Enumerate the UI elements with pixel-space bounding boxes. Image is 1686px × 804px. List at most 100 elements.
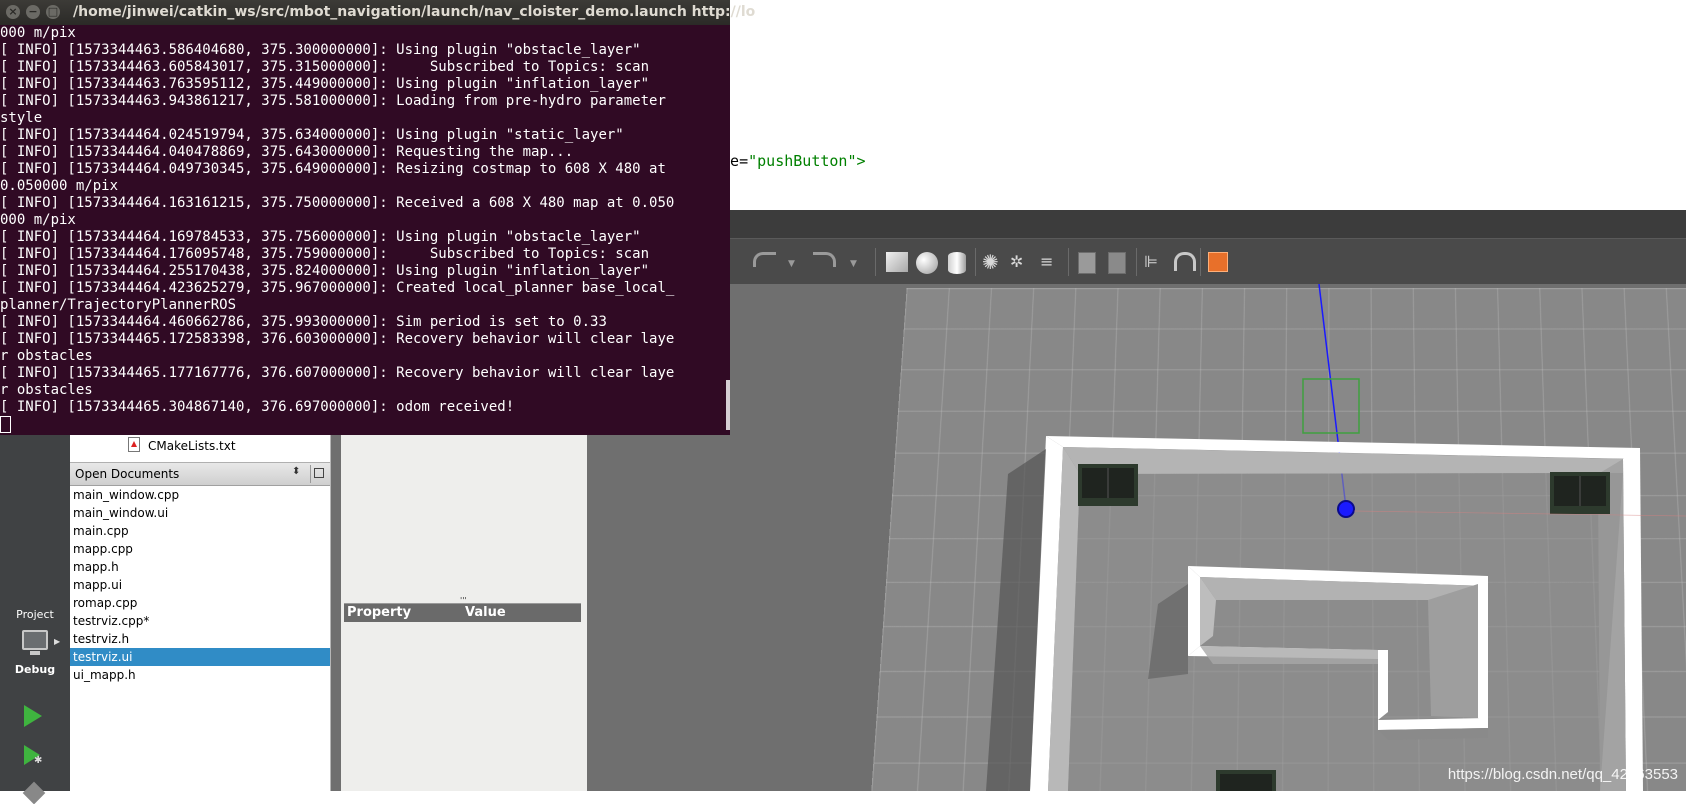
open-document-item[interactable]: ui_mapp.h xyxy=(70,666,330,684)
paste-icon[interactable] xyxy=(1108,252,1126,274)
toolbar-separator xyxy=(1068,248,1069,276)
monitor-icon[interactable] xyxy=(22,630,48,655)
inner-wall-bottom-top xyxy=(1378,718,1488,730)
terminal-line: 000 m/pix xyxy=(0,212,76,228)
open-document-item[interactable]: main.cpp xyxy=(70,522,330,540)
cabinet-northeast xyxy=(1550,472,1610,514)
copy-icon[interactable] xyxy=(1078,252,1096,274)
terminal-line: [ INFO] [1573344465.172583398, 376.60300… xyxy=(0,331,675,347)
robot-marker[interactable] xyxy=(1337,500,1355,518)
code-string: "pushButton"> xyxy=(748,152,866,170)
terminal-line: [ INFO] [1573344464.024519794, 375.63400… xyxy=(0,127,624,143)
terminal-line: [ INFO] [1573344464.460662786, 375.99300… xyxy=(0,314,607,330)
open-document-item[interactable]: mapp.cpp xyxy=(70,540,330,558)
inner-wall-right-top xyxy=(1478,576,1488,724)
wall-top-east xyxy=(1623,448,1643,791)
terminal-line: [ INFO] [1573344463.586404680, 375.30000… xyxy=(0,42,641,58)
mode-label-project: Project xyxy=(16,608,54,621)
inner-floor xyxy=(1068,473,1623,791)
open-documents-title[interactable]: Open Documents xyxy=(75,467,179,481)
point-light-icon[interactable]: ✺ xyxy=(982,252,1002,272)
open-documents-list: main_window.cpp main_window.ui main.cpp map… xyxy=(70,486,330,684)
terminal-titlebar[interactable]: × − □ /home/jinwei/catkin_ws/src/mbot_na… xyxy=(0,0,755,25)
inner-wall-left-top xyxy=(1188,566,1200,656)
terminal-line: r obstacles xyxy=(0,348,93,364)
terminal-line: [ INFO] [1573344464.176095748, 375.75900… xyxy=(0,246,650,262)
terminal-cursor xyxy=(0,416,11,433)
open-document-item[interactable]: mapp.h xyxy=(70,558,330,576)
toolbar-separator xyxy=(975,248,976,276)
minimize-icon[interactable]: − xyxy=(26,5,40,19)
redo-icon[interactable] xyxy=(813,252,836,267)
align-icon[interactable]: ⊫ xyxy=(1144,252,1164,272)
open-document-item[interactable]: main_window.ui xyxy=(70,504,330,522)
kit-selector-arrow-icon[interactable]: ▶ xyxy=(54,637,60,646)
directional-light-icon[interactable]: ≡ xyxy=(1040,252,1060,272)
sort-updown-icon[interactable]: ⬍ xyxy=(292,466,300,477)
toolbar-separator xyxy=(875,248,876,276)
inner-wall-inner-top xyxy=(1378,650,1388,720)
terminal-line: [ INFO] [1573344464.049730345, 375.64900… xyxy=(0,161,666,177)
undo-dropdown-icon[interactable]: ▼ xyxy=(788,259,795,269)
code-line: ame="pushButton"> xyxy=(712,152,866,170)
sphere-icon[interactable] xyxy=(916,252,938,274)
cylinder-icon[interactable] xyxy=(948,252,966,274)
terminal-line: style xyxy=(0,110,43,126)
spot-light-icon[interactable]: ✲ xyxy=(1010,252,1030,272)
terminal-line: planner/TrajectoryPlannerROS xyxy=(0,297,237,313)
box-icon[interactable] xyxy=(886,252,908,272)
property-table-header: Property Value xyxy=(344,603,581,622)
cmake-file-icon xyxy=(128,437,140,452)
open-document-item[interactable]: romap.cpp xyxy=(70,594,330,612)
value-column-header[interactable]: Value xyxy=(465,605,506,620)
watermark-text: https://blog.csdn.net/qq_42263553 xyxy=(1447,766,1678,783)
terminal-output[interactable]: 000 m/pix[ INFO] [1573344463.586404680, … xyxy=(0,25,730,435)
property-column-header[interactable]: Property xyxy=(347,605,411,620)
open-document-item[interactable]: mapp.ui xyxy=(70,576,330,594)
open-documents-header: Open Documents ⬍ xyxy=(70,462,330,486)
terminal-line: [ INFO] [1573344464.169784533, 375.75600… xyxy=(0,229,641,245)
snap-icon[interactable] xyxy=(1174,252,1196,271)
terminal-line: [ INFO] [1573344464.255170438, 375.82400… xyxy=(0,263,650,279)
terminal-line: [ INFO] [1573344464.423625279, 375.96700… xyxy=(0,280,675,296)
gazebo-3d-viewport[interactable] xyxy=(588,284,1686,791)
terminal-window[interactable]: × − □ /home/jinwei/catkin_ws/src/mbot_na… xyxy=(0,0,755,435)
terminal-line: [ INFO] [1573344464.040478869, 375.64300… xyxy=(0,144,574,160)
terminal-line: [ INFO] [1573344463.605843017, 375.31500… xyxy=(0,59,650,75)
maximize-icon[interactable]: □ xyxy=(46,5,60,19)
build-config-debug[interactable]: Debug xyxy=(0,663,70,676)
open-document-item[interactable]: testrviz.cpp* xyxy=(70,612,330,630)
terminal-line: [ INFO] [1573344463.943861217, 375.58100… xyxy=(0,93,666,109)
close-icon[interactable]: × xyxy=(6,5,20,19)
undo-icon[interactable] xyxy=(753,252,776,267)
cabinet-south xyxy=(1216,770,1276,791)
open-document-item[interactable]: testrviz.h xyxy=(70,630,330,648)
header-divider xyxy=(310,465,311,483)
terminal-line: [ INFO] [1573344463.763595112, 375.44900… xyxy=(0,76,650,92)
toolbar-separator xyxy=(1136,248,1137,276)
mode-selector-bar: Project ▶ Debug ✱ xyxy=(0,425,70,804)
terminal-line: [ INFO] [1573344464.163161215, 375.75000… xyxy=(0,195,675,211)
project-file-label: CMakeLists.txt xyxy=(148,439,236,453)
redo-dropdown-icon[interactable]: ▼ xyxy=(850,259,857,269)
gazebo-toolbar: ▼ ▼ ✺ ✲ ≡ ⊫ xyxy=(588,238,1686,285)
terminal-line: r obstacles xyxy=(0,382,93,398)
terminal-line: 000 m/pix xyxy=(0,25,76,41)
terminal-prompt-line[interactable] xyxy=(0,416,730,433)
cabinet-northwest xyxy=(1078,464,1138,506)
world-scene xyxy=(986,284,1686,791)
terminal-scrollbar[interactable] xyxy=(726,380,730,430)
terminal-line: [ INFO] [1573344465.177167776, 376.60700… xyxy=(0,365,675,381)
terminal-title: /home/jinwei/catkin_ws/src/mbot_navigati… xyxy=(73,4,756,20)
split-view-icon[interactable] xyxy=(314,468,324,478)
open-document-item[interactable]: testrviz.ui xyxy=(70,648,330,666)
open-document-item[interactable]: main_window.cpp xyxy=(70,486,330,504)
project-panel: CMakeLists.txt Open Documents ⬍ main_win… xyxy=(70,425,331,791)
build-hammer-icon[interactable] xyxy=(22,781,46,804)
view-angle-icon[interactable] xyxy=(1208,252,1228,272)
inner-wall-right-face xyxy=(1428,584,1478,718)
run-icon[interactable] xyxy=(24,705,42,727)
gazebo-titlebar xyxy=(588,210,1686,238)
bug-icon: ✱ xyxy=(34,755,43,766)
inner-wall-bottom-face xyxy=(1378,728,1488,740)
